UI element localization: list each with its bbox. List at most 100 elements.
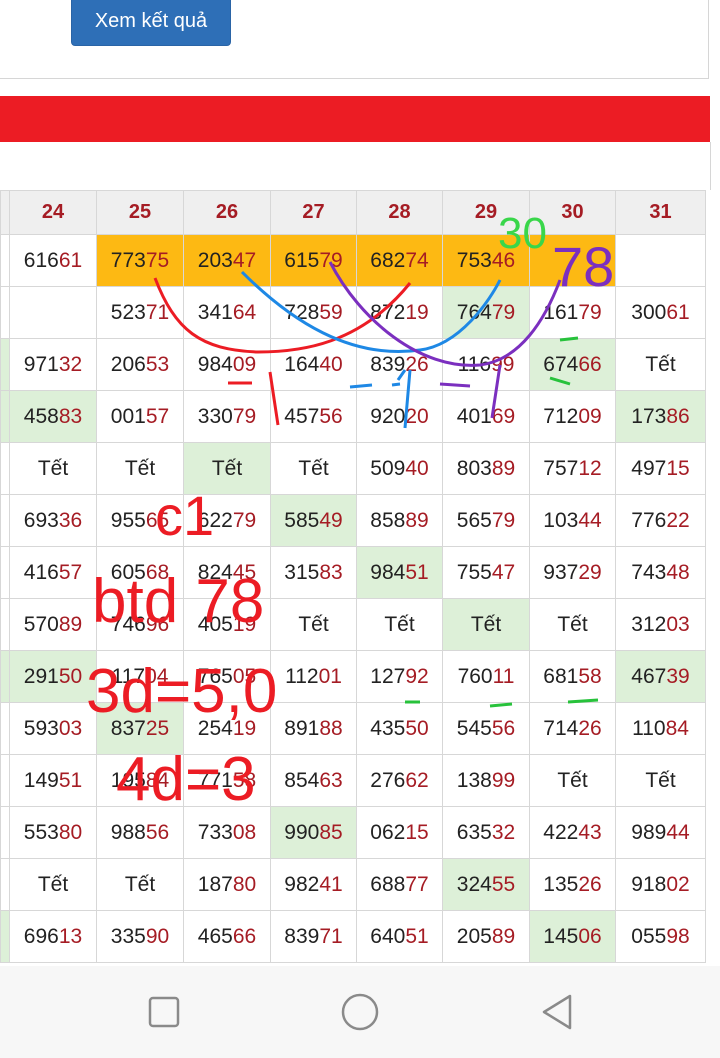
cell-head: Tết — [124, 456, 156, 480]
square-icon[interactable] — [136, 984, 192, 1040]
cell-tail: 55 — [491, 872, 516, 896]
cell-head: 776 — [631, 508, 667, 532]
cell-tail: 26 — [405, 352, 429, 376]
result-cell: 19584 — [96, 754, 184, 807]
cell-tail: 88 — [319, 716, 343, 740]
cell-head: 457 — [284, 404, 320, 428]
cell-head: 103 — [543, 508, 579, 532]
result-cell: Tết — [529, 598, 616, 651]
cell-tail: 62 — [405, 768, 429, 792]
cell-tail: 79 — [578, 300, 602, 324]
cell-head: Tết — [298, 612, 329, 636]
cell-tail: 63 — [319, 768, 343, 792]
cell-head: 696 — [23, 924, 59, 948]
result-cell: 13526 — [529, 858, 616, 911]
cell-head: 164 — [284, 352, 320, 376]
cell-head: 773 — [110, 248, 146, 272]
cell-tail: 86 — [666, 404, 690, 428]
cell-head: 605 — [110, 560, 146, 584]
cell-tail: 77 — [405, 872, 429, 896]
cell-tail: 47 — [491, 560, 516, 584]
cell-tail: 85 — [319, 820, 343, 844]
cell-tail: 84 — [145, 768, 170, 792]
cell-tail: 74 — [405, 248, 429, 272]
cell-tail: 90 — [145, 924, 170, 948]
cell-tail: 83 — [319, 560, 343, 584]
cell-head: 839 — [284, 924, 320, 948]
cell-tail: 50 — [58, 664, 83, 688]
result-cell: 82445 — [183, 546, 271, 599]
cell-head: 891 — [284, 716, 320, 740]
row-edge — [0, 234, 10, 287]
result-cell: 74696 — [96, 598, 184, 651]
result-cell: 49715 — [615, 442, 706, 495]
cell-head: 688 — [370, 872, 406, 896]
cell-tail: 51 — [58, 768, 83, 792]
cell-head: 416 — [23, 560, 59, 584]
result-cell — [529, 234, 616, 287]
cell-head: 753 — [456, 248, 492, 272]
cell-head: 920 — [370, 404, 406, 428]
cell-tail: 65 — [145, 508, 170, 532]
cell-tail: 36 — [58, 508, 83, 532]
cell-tail: 40 — [319, 352, 343, 376]
results-table: 24 25 26 27 28 29 30 31 61661 77375 20347 61579 682… — [0, 190, 706, 963]
cell-head: 149 — [23, 768, 59, 792]
cell-head: Tết — [384, 612, 415, 636]
cell-tail: 09 — [232, 352, 257, 376]
view-results-button[interactable]: Xem kết quả — [71, 0, 231, 46]
row-edge — [0, 546, 10, 599]
cell-head: 497 — [631, 456, 667, 480]
cell-tail: 46 — [491, 248, 516, 272]
cell-tail: 68 — [145, 560, 170, 584]
row-edge — [0, 754, 10, 807]
cell-tail: 32 — [491, 820, 516, 844]
result-cell: 17386 — [615, 390, 706, 443]
cell-tail: 79 — [232, 404, 257, 428]
cell-head: 523 — [110, 300, 146, 324]
result-cell: Tết — [96, 442, 184, 495]
cell-tail: 03 — [666, 612, 690, 636]
circle-icon[interactable] — [332, 984, 388, 1040]
row-edge — [0, 390, 10, 443]
triangle-back-icon[interactable] — [530, 984, 586, 1040]
result-cell: 43550 — [356, 702, 443, 755]
cell-head: 145 — [543, 924, 579, 948]
cell-tail: 15 — [405, 820, 429, 844]
result-cell: Tết — [270, 598, 357, 651]
result-cell: 67466 — [529, 338, 616, 391]
search-card: Xem kết quả — [0, 0, 709, 79]
cell-tail: 51 — [405, 560, 429, 584]
cell-head: 682 — [370, 248, 406, 272]
result-cell: 27662 — [356, 754, 443, 807]
table-row: 41657 60568 82445 31583 98451 75547 93729 74348 — [0, 546, 706, 599]
result-cell — [9, 286, 97, 339]
cell-head: 055 — [631, 924, 667, 948]
result-cell: 83725 — [96, 702, 184, 755]
cell-head: 341 — [197, 300, 233, 324]
cell-tail: 19 — [232, 716, 257, 740]
cell-tail: 84 — [665, 716, 689, 740]
result-cell: 46739 — [615, 650, 706, 703]
cell-head: 714 — [543, 716, 579, 740]
cell-tail: 83 — [58, 404, 83, 428]
table-row: 52371 34164 72859 87219 76479 16179 30061 — [0, 286, 706, 339]
cell-head: Tết — [645, 352, 676, 376]
result-cell: 58549 — [270, 494, 357, 547]
cell-tail: 99 — [491, 352, 515, 376]
cell-head: Tết — [557, 768, 588, 792]
cell-tail: 11 — [492, 664, 515, 688]
result-cell: 11704 — [96, 650, 184, 703]
row-edge — [0, 442, 10, 495]
cell-tail: 80 — [232, 872, 257, 896]
cell-head: 803 — [456, 456, 492, 480]
cell-head: 764 — [456, 300, 492, 324]
cell-head: 854 — [284, 768, 320, 792]
cell-head: 837 — [110, 716, 146, 740]
cell-tail: 15 — [666, 456, 690, 480]
cell-tail: 79 — [232, 508, 257, 532]
cell-head: 674 — [543, 352, 579, 376]
cell-head: 755 — [456, 560, 492, 584]
result-cell: 98451 — [356, 546, 443, 599]
result-cell: Tết — [96, 858, 184, 911]
